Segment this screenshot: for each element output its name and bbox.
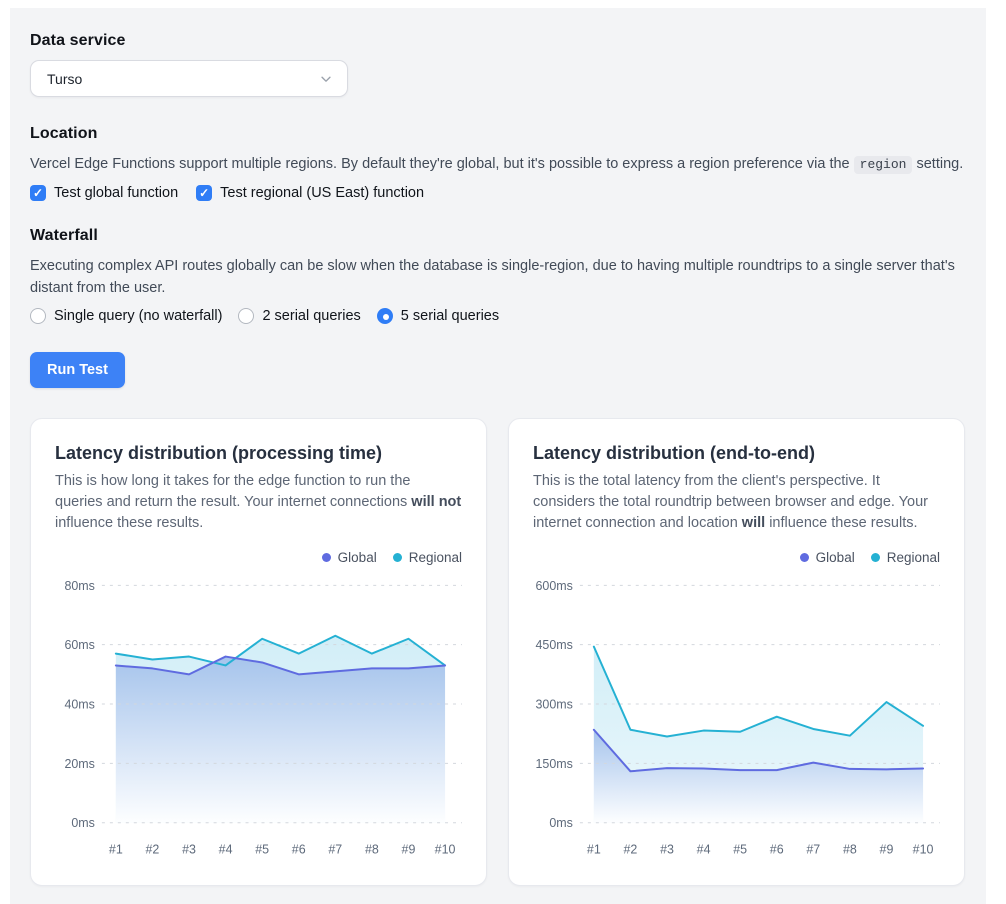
checkbox-label: Test regional (US East) function <box>220 185 424 201</box>
x-tick-label: #4 <box>219 843 233 857</box>
legend-label: Global <box>816 550 855 565</box>
card-title: Latency distribution (end-to-end) <box>533 443 940 464</box>
x-tick-label: #7 <box>328 843 342 857</box>
data-service-selected-value: Turso <box>47 71 82 87</box>
x-tick-label: #7 <box>806 843 820 857</box>
x-tick-label: #4 <box>697 843 711 857</box>
x-tick-label: #3 <box>660 843 674 857</box>
run-test-button[interactable]: Run Test <box>30 352 125 388</box>
chevron-down-icon <box>319 72 333 86</box>
card-desc-bold: will not <box>411 494 461 510</box>
radio-label: 5 serial queries <box>401 308 499 324</box>
radio-single-query[interactable]: Single query (no waterfall) <box>30 308 222 324</box>
x-tick-label: #5 <box>255 843 269 857</box>
y-tick-label: 60ms <box>64 638 94 652</box>
radio-unchecked-icon[interactable] <box>238 308 254 324</box>
x-tick-label: #6 <box>292 843 306 857</box>
card-desc-text: This is how long it takes for the edge f… <box>55 473 411 510</box>
x-tick-label: #8 <box>843 843 857 857</box>
radio-2-serial-queries[interactable]: 2 serial queries <box>238 308 360 324</box>
x-tick-label: #10 <box>913 843 934 857</box>
radio-label: Single query (no waterfall) <box>54 308 222 324</box>
y-tick-label: 0ms <box>71 816 95 830</box>
y-tick-label: 600ms <box>536 579 573 593</box>
chart-legend: Global Regional <box>533 550 940 565</box>
legend-global: Global <box>800 550 855 565</box>
x-tick-label: #3 <box>182 843 196 857</box>
processing-time-chart: 0ms 20ms 40ms 60ms 80ms #1 #2 #3 #4 #5 #6 #7 #8 #9 #10 <box>55 571 464 867</box>
chart-legend: Global Regional <box>55 550 462 565</box>
processing-time-card: Latency distribution (processing time) T… <box>30 418 487 886</box>
waterfall-radio-row: Single query (no waterfall) 2 serial que… <box>30 308 966 324</box>
x-tick-label: #5 <box>733 843 747 857</box>
location-desc-text-after: setting. <box>912 156 963 172</box>
legend-global: Global <box>322 550 377 565</box>
radio-unchecked-icon[interactable] <box>30 308 46 324</box>
x-tick-label: #2 <box>623 843 637 857</box>
location-desc-text: Vercel Edge Functions support multiple r… <box>30 156 854 172</box>
charts-row: Latency distribution (processing time) T… <box>30 418 966 886</box>
y-tick-label: 150ms <box>536 757 573 771</box>
x-tick-label: #9 <box>402 843 416 857</box>
settings-panel: Data service Turso Location Vercel Edge … <box>10 8 986 904</box>
y-tick-label: 80ms <box>64 579 94 593</box>
regional-dot-icon <box>871 553 880 562</box>
card-desc-text-after: influence these results. <box>765 515 917 531</box>
legend-label: Global <box>338 550 377 565</box>
waterfall-heading: Waterfall <box>30 227 966 245</box>
checkbox-label: Test global function <box>54 185 178 201</box>
y-tick-label: 40ms <box>64 698 94 712</box>
legend-label: Regional <box>409 550 462 565</box>
data-service-select[interactable]: Turso <box>30 60 348 97</box>
card-description: This is the total latency from the clien… <box>533 471 940 534</box>
radio-label: 2 serial queries <box>262 308 360 324</box>
card-desc-bold: will <box>742 515 765 531</box>
waterfall-description: Executing complex API routes globally ca… <box>30 255 966 299</box>
x-tick-label: #1 <box>587 843 601 857</box>
legend-label: Regional <box>887 550 940 565</box>
regional-dot-icon <box>393 553 402 562</box>
x-tick-label: #1 <box>109 843 123 857</box>
location-checkbox-row: ✓ Test global function ✓ Test regional (… <box>30 185 966 201</box>
region-code-chip: region <box>854 156 913 174</box>
checkbox-checked-icon[interactable]: ✓ <box>30 185 46 201</box>
card-title: Latency distribution (processing time) <box>55 443 462 464</box>
x-tick-label: #2 <box>145 843 159 857</box>
end-to-end-chart: 0ms 150ms 300ms 450ms 600ms #1 #2 #3 #4 #5 #6 #7 #8 #… <box>533 571 942 867</box>
card-description: This is how long it takes for the edge f… <box>55 471 462 534</box>
x-tick-label: #8 <box>365 843 379 857</box>
y-tick-label: 0ms <box>549 816 573 830</box>
y-tick-label: 300ms <box>536 698 573 712</box>
x-tick-label: #10 <box>435 843 456 857</box>
end-to-end-card: Latency distribution (end-to-end) This i… <box>508 418 965 886</box>
checkbox-test-global[interactable]: ✓ Test global function <box>30 185 178 201</box>
y-tick-label: 450ms <box>536 638 573 652</box>
location-description: Vercel Edge Functions support multiple r… <box>30 153 966 176</box>
global-area <box>116 657 445 823</box>
y-tick-label: 20ms <box>64 757 94 771</box>
data-service-heading: Data service <box>30 32 966 50</box>
legend-regional: Regional <box>393 550 462 565</box>
x-tick-label: #6 <box>770 843 784 857</box>
global-dot-icon <box>800 553 809 562</box>
location-heading: Location <box>30 125 966 143</box>
radio-checked-icon[interactable] <box>377 308 393 324</box>
checkbox-checked-icon[interactable]: ✓ <box>196 185 212 201</box>
global-dot-icon <box>322 553 331 562</box>
radio-5-serial-queries[interactable]: 5 serial queries <box>377 308 499 324</box>
legend-regional: Regional <box>871 550 940 565</box>
card-desc-text-after: influence these results. <box>55 515 203 531</box>
checkbox-test-regional[interactable]: ✓ Test regional (US East) function <box>196 185 424 201</box>
x-tick-label: #9 <box>880 843 894 857</box>
